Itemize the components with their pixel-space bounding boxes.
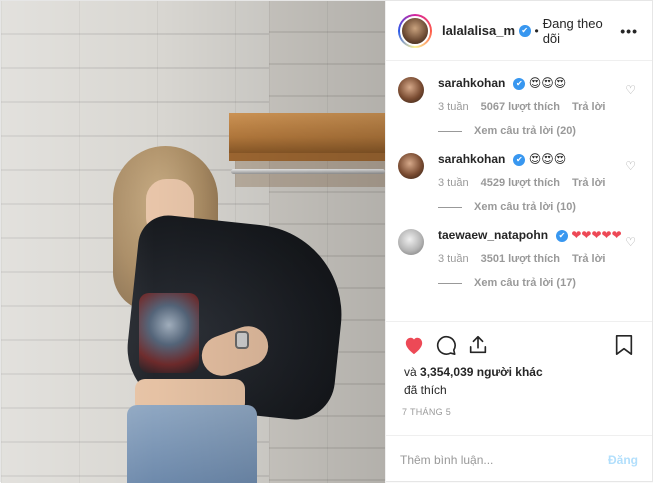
- comment-bubble-icon[interactable]: [434, 333, 458, 357]
- replies-divider-line: [438, 282, 462, 284]
- comment-item: taewaew_natapohn ✔ ❤❤❤❤❤ 3 tuần 3501 lượt…: [398, 227, 640, 289]
- comment-like-heart-icon[interactable]: ♡: [625, 159, 636, 173]
- view-replies-button[interactable]: Xem câu trả lời (20): [438, 125, 628, 137]
- post-details-pane: lalalalisa_m ✔ • Đang theo dõi ••• sarah…: [385, 1, 652, 483]
- comment-time[interactable]: 3 tuần: [438, 177, 469, 189]
- post-actions-bar: [386, 321, 652, 361]
- comment-likes[interactable]: 5067 lượt thích: [481, 101, 560, 113]
- likes-suffix: đã thích: [404, 383, 447, 397]
- post-date[interactable]: 7 THÁNG 5: [386, 399, 652, 417]
- comment-item: sarahkohan ✔ 😍😍😍 3 tuần 4529 lượt thích T…: [398, 151, 640, 213]
- post-photo[interactable]: [1, 1, 385, 483]
- comment-time[interactable]: 3 tuần: [438, 253, 469, 265]
- commenter-username[interactable]: sarahkohan: [438, 76, 505, 90]
- following-button[interactable]: Đang theo dõi: [543, 16, 621, 46]
- comment-meta: 3 tuần 3501 lượt thích Trả lời: [438, 253, 628, 265]
- post-header: lalalalisa_m ✔ • Đang theo dõi •••: [386, 1, 652, 61]
- comment-time[interactable]: 3 tuần: [438, 101, 469, 113]
- commenter-avatar[interactable]: [398, 77, 424, 103]
- bookmark-icon[interactable]: [612, 333, 636, 357]
- comment-text: 😍😍😍: [528, 152, 567, 166]
- add-comment-bar: Đăng: [386, 435, 652, 483]
- author-avatar[interactable]: [398, 13, 432, 48]
- comment-meta: 3 tuần 5067 lượt thích Trả lời: [438, 101, 628, 113]
- comment-likes[interactable]: 3501 lượt thích: [481, 253, 560, 265]
- replies-divider-line: [438, 206, 462, 208]
- photo-shading: [1, 1, 385, 483]
- view-replies-button[interactable]: Xem câu trả lời (10): [438, 201, 628, 213]
- comments-list[interactable]: sarahkohan ✔ 😍😍😍 3 tuần 5067 lượt thích T…: [386, 61, 652, 321]
- commenter-username[interactable]: sarahkohan: [438, 152, 505, 166]
- comment-line: taewaew_natapohn ✔ ❤❤❤❤❤: [438, 227, 628, 243]
- author-username[interactable]: lalalalisa_m: [442, 23, 515, 38]
- comment-like-heart-icon[interactable]: ♡: [625, 83, 636, 97]
- comment-line: sarahkohan ✔ 😍😍😍: [438, 151, 628, 167]
- share-icon[interactable]: [466, 333, 490, 357]
- reply-button[interactable]: Trả lời: [572, 253, 606, 265]
- comment-like-heart-icon[interactable]: ♡: [625, 235, 636, 249]
- post-comment-button[interactable]: Đăng: [608, 453, 638, 467]
- comment-likes[interactable]: 4529 lượt thích: [481, 177, 560, 189]
- comment-body: sarahkohan ✔ 😍😍😍 3 tuần 5067 lượt thích T…: [438, 75, 628, 137]
- header-separator: •: [534, 23, 539, 38]
- reply-button[interactable]: Trả lời: [572, 101, 606, 113]
- commenter-avatar[interactable]: [398, 153, 424, 179]
- comment-body: sarahkohan ✔ 😍😍😍 3 tuần 4529 lượt thích T…: [438, 151, 628, 213]
- like-heart-icon[interactable]: [402, 333, 426, 357]
- view-replies-button[interactable]: Xem câu trả lời (17): [438, 277, 628, 289]
- author-avatar-image: [400, 15, 430, 46]
- verified-badge-icon: ✔: [513, 153, 526, 166]
- comment-line: sarahkohan ✔ 😍😍😍: [438, 75, 628, 91]
- verified-badge-icon: ✔: [513, 77, 526, 90]
- likes-count[interactable]: 3,354,039 người khác: [420, 365, 543, 379]
- verified-badge-icon: ✔: [519, 24, 531, 37]
- comment-body: taewaew_natapohn ✔ ❤❤❤❤❤ 3 tuần 3501 lượt…: [438, 227, 628, 289]
- reply-button[interactable]: Trả lời: [572, 177, 606, 189]
- commenter-avatar[interactable]: [398, 229, 424, 255]
- comment-text: ❤❤❤❤❤: [571, 228, 622, 242]
- view-replies-label: Xem câu trả lời (10): [474, 201, 576, 213]
- likes-summary: và 3,354,039 người khác đã thích: [386, 361, 652, 399]
- comment-item: sarahkohan ✔ 😍😍😍 3 tuần 5067 lượt thích T…: [398, 75, 640, 137]
- comment-input[interactable]: [400, 452, 600, 467]
- view-replies-label: Xem câu trả lời (17): [474, 277, 576, 289]
- likes-prefix: và: [404, 365, 417, 379]
- view-replies-label: Xem câu trả lời (20): [474, 125, 576, 137]
- replies-divider-line: [438, 130, 462, 132]
- instagram-post: lalalalisa_m ✔ • Đang theo dõi ••• sarah…: [0, 0, 653, 483]
- verified-badge-icon: ✔: [556, 229, 569, 242]
- comment-meta: 3 tuần 4529 lượt thích Trả lời: [438, 177, 628, 189]
- comment-text: 😍😍😍: [528, 76, 567, 90]
- commenter-username[interactable]: taewaew_natapohn: [438, 228, 548, 242]
- more-options-icon[interactable]: •••: [620, 23, 638, 39]
